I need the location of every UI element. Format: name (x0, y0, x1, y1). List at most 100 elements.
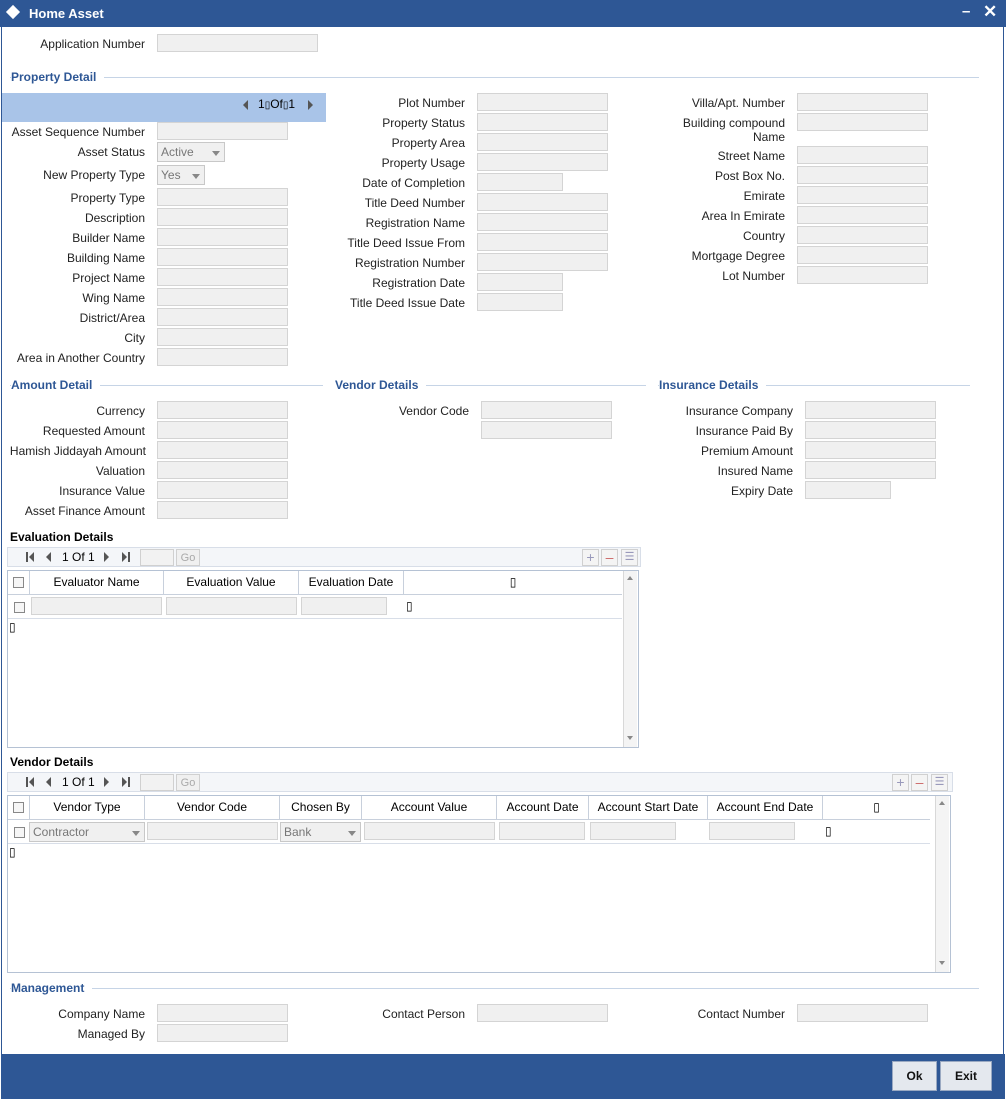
evaluation-col-evaluator-name[interactable]: Evaluator Name (30, 571, 164, 594)
next-record-icon[interactable] (308, 100, 313, 110)
builder-name-input[interactable] (157, 228, 288, 246)
insured-name-input[interactable] (805, 461, 936, 479)
exit-button[interactable]: Exit (940, 1061, 992, 1091)
evaluator-name-input[interactable] (31, 597, 162, 615)
account-start-date-input[interactable] (590, 822, 676, 840)
scroll-down-icon[interactable] (939, 961, 945, 965)
hamish-jiddayah-amount-input[interactable] (157, 441, 288, 459)
project-name-input[interactable] (157, 268, 288, 286)
vendor-add-row-icon[interactable]: + (892, 774, 909, 791)
district-area-input[interactable] (157, 308, 288, 326)
scroll-up-icon[interactable] (627, 576, 633, 580)
lot-number-input[interactable] (797, 266, 928, 284)
asset-status-select[interactable]: Active (157, 142, 225, 162)
vendor-first-page-icon[interactable] (26, 777, 28, 787)
date-of-completion-input[interactable] (477, 173, 563, 191)
registration-name-input[interactable] (477, 213, 608, 231)
title-deed-issue-date-input[interactable] (477, 293, 563, 311)
evaluation-delete-row-icon[interactable]: – (601, 549, 618, 566)
vendor-row-checkbox[interactable] (14, 827, 25, 838)
post-box-no-input[interactable] (797, 166, 928, 184)
insurance-company-input[interactable] (805, 401, 936, 419)
scroll-up-icon[interactable] (939, 801, 945, 805)
vendor-col-chosen-by[interactable]: Chosen By (280, 796, 362, 819)
evaluation-value-input[interactable] (166, 597, 297, 615)
evaluation-scrollbar[interactable] (623, 571, 637, 747)
vendor-col-vendor-type[interactable]: Vendor Type (30, 796, 145, 819)
requested-amount-input[interactable] (157, 421, 288, 439)
vendor-col-account-date[interactable]: Account Date (497, 796, 589, 819)
evaluation-first-page-icon[interactable] (26, 552, 28, 562)
evaluation-page-input[interactable] (140, 549, 174, 566)
contact-person-input[interactable] (477, 1004, 608, 1022)
evaluation-last-page-arrow-icon[interactable] (122, 552, 127, 562)
evaluation-select-all-checkbox[interactable] (13, 577, 24, 588)
property-usage-input[interactable] (477, 153, 608, 171)
vendor-name-input[interactable] (481, 421, 612, 439)
evaluation-last-page-icon[interactable] (128, 552, 130, 562)
ok-button[interactable]: Ok (892, 1061, 937, 1091)
managed-by-input[interactable] (157, 1024, 288, 1042)
evaluation-col-evaluation-value[interactable]: Evaluation Value (164, 571, 299, 594)
company-name-input[interactable] (157, 1004, 288, 1022)
evaluation-go-button[interactable]: Go (176, 549, 200, 566)
emirate-input[interactable] (797, 186, 928, 204)
property-status-input[interactable] (477, 113, 608, 131)
street-name-input[interactable] (797, 146, 928, 164)
plot-number-input[interactable] (477, 93, 608, 111)
account-date-input[interactable] (499, 822, 585, 840)
title-deed-issue-from-input[interactable] (477, 233, 608, 251)
evaluation-row-checkbox[interactable] (14, 602, 25, 613)
vendor-col-account-start-date[interactable]: Account Start Date (589, 796, 708, 819)
wing-name-input[interactable] (157, 288, 288, 306)
vendor-delete-row-icon[interactable]: – (911, 774, 928, 791)
registration-date-input[interactable] (477, 273, 563, 291)
account-end-date-input[interactable] (709, 822, 795, 840)
application-number-input[interactable] (157, 34, 318, 52)
vendor-last-page-arrow-icon[interactable] (122, 777, 127, 787)
scroll-down-icon[interactable] (627, 736, 633, 740)
area-in-another-country-input[interactable] (157, 348, 288, 366)
property-area-input[interactable] (477, 133, 608, 151)
vendor-go-button[interactable]: Go (176, 774, 200, 791)
vendor-row-code-input[interactable] (147, 822, 278, 840)
evaluation-prev-page-icon[interactable] (46, 552, 51, 562)
vendor-first-page-arrow-icon[interactable] (29, 777, 34, 787)
vendor-col-vendor-code[interactable]: Vendor Code (145, 796, 280, 819)
mortgage-degree-input[interactable] (797, 246, 928, 264)
insurance-value-input[interactable] (157, 481, 288, 499)
vendor-columns-icon[interactable]: ☰ (931, 774, 948, 791)
building-name-input[interactable] (157, 248, 288, 266)
vendor-last-page-icon[interactable] (128, 777, 130, 787)
evaluation-date-input[interactable] (301, 597, 387, 615)
vendor-scrollbar[interactable] (935, 796, 949, 972)
contact-number-input[interactable] (797, 1004, 928, 1022)
registration-number-input[interactable] (477, 253, 608, 271)
vendor-type-select[interactable]: Contractor (29, 822, 145, 842)
chosen-by-select[interactable]: Bank (280, 822, 361, 842)
evaluation-first-page-arrow-icon[interactable] (29, 552, 34, 562)
close-icon[interactable]: ✕ (983, 2, 997, 22)
vendor-col-account-value[interactable]: Account Value (362, 796, 497, 819)
vendor-page-input[interactable] (140, 774, 174, 791)
valuation-input[interactable] (157, 461, 288, 479)
insurance-paid-by-input[interactable] (805, 421, 936, 439)
evaluation-columns-icon[interactable]: ☰ (621, 549, 638, 566)
evaluation-next-page-icon[interactable] (104, 552, 109, 562)
premium-amount-input[interactable] (805, 441, 936, 459)
country-input[interactable] (797, 226, 928, 244)
expiry-date-input[interactable] (805, 481, 891, 499)
description-input[interactable] (157, 208, 288, 226)
property-type-input[interactable] (157, 188, 288, 206)
city-input[interactable] (157, 328, 288, 346)
minimize-icon[interactable]: – (962, 3, 970, 20)
evaluation-add-row-icon[interactable]: + (582, 549, 599, 566)
account-value-input[interactable] (364, 822, 495, 840)
villa-apt-number-input[interactable] (797, 93, 928, 111)
prev-record-icon[interactable] (243, 100, 248, 110)
evaluation-col-evaluation-date[interactable]: Evaluation Date (299, 571, 404, 594)
vendor-next-page-icon[interactable] (104, 777, 109, 787)
building-compound-name-input[interactable] (797, 113, 928, 131)
area-in-emirate-input[interactable] (797, 206, 928, 224)
new-property-type-select[interactable]: Yes (157, 165, 205, 185)
